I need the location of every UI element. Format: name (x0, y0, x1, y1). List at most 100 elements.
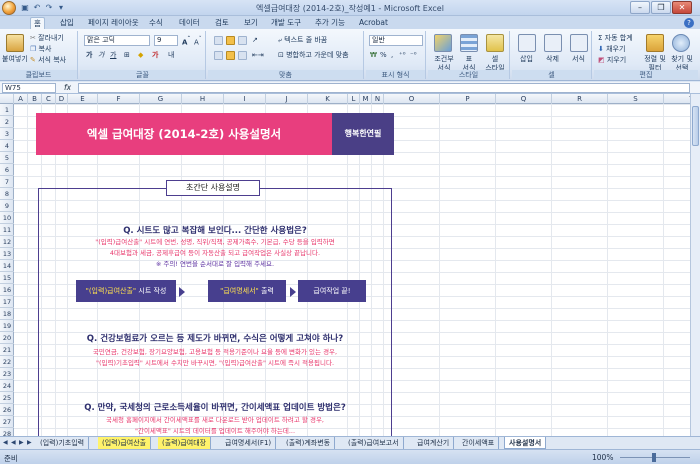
autosum-button[interactable]: Σ 자동 합계 (598, 34, 633, 43)
decrease-decimal-icon[interactable]: ⁻⁰ (410, 51, 417, 60)
zoom-slider-thumb[interactable] (652, 453, 656, 462)
column-header[interactable]: B (28, 94, 42, 104)
comma-icon[interactable]: , (391, 51, 393, 60)
row-header[interactable]: 16 (0, 284, 14, 296)
delete-cells-icon[interactable] (544, 34, 562, 52)
select-all-corner[interactable] (0, 94, 14, 104)
border-icon[interactable]: ⊞ (124, 51, 130, 60)
column-header[interactable]: O (384, 94, 440, 104)
restore-button[interactable]: ❐ (651, 1, 671, 14)
row-header[interactable]: 1 (0, 104, 14, 116)
row-header[interactable]: 15 (0, 272, 14, 284)
sheet-tab[interactable]: 급여계산기 (413, 437, 455, 449)
row-header[interactable]: 21 (0, 344, 14, 356)
next-sheet-icon[interactable]: ▶ (19, 439, 25, 447)
column-header[interactable]: Q (496, 94, 552, 104)
tab-view[interactable]: 보기 (241, 17, 261, 29)
orientation-icon[interactable]: ↗ (252, 36, 258, 45)
row-header[interactable]: 4 (0, 140, 14, 152)
insert-cells-button[interactable]: 삽입 (520, 55, 533, 64)
align-middle-icon[interactable] (226, 36, 235, 45)
fill-color-icon[interactable]: ◆ (138, 51, 143, 60)
column-header[interactable]: L (348, 94, 360, 104)
column-header[interactable]: M (360, 94, 372, 104)
column-header[interactable]: H (182, 94, 224, 104)
tab-review[interactable]: 검토 (212, 17, 232, 29)
table-format-icon[interactable] (460, 34, 478, 52)
row-header[interactable]: 22 (0, 356, 14, 368)
row-header[interactable]: 11 (0, 224, 14, 236)
font-name-combo[interactable]: 맑은 고딕 (84, 35, 150, 46)
tab-insert[interactable]: 삽입 (57, 17, 77, 29)
find-select-icon[interactable] (672, 34, 690, 52)
row-header[interactable]: 5 (0, 152, 14, 164)
sheet-tab[interactable]: (출력)급여보고서 (344, 437, 404, 449)
row-header[interactable]: 26 (0, 404, 14, 416)
grow-font-icon[interactable]: Aˆ (182, 36, 190, 47)
prev-sheet-icon[interactable]: ◀ (11, 439, 17, 447)
align-right-icon[interactable] (238, 51, 247, 60)
row-header[interactable]: 6 (0, 164, 14, 176)
tab-page-layout[interactable]: 페이지 레이아웃 (85, 17, 142, 29)
column-header[interactable]: R (552, 94, 608, 104)
column-header[interactable]: E (68, 94, 98, 104)
cell-styles-icon[interactable] (486, 34, 504, 52)
column-header[interactable]: I (224, 94, 266, 104)
formula-input[interactable] (78, 83, 690, 93)
row-header[interactable]: 20 (0, 332, 14, 344)
delete-cells-button[interactable]: 삭제 (546, 55, 559, 64)
paste-button[interactable]: 붙여넣기 (2, 55, 28, 64)
format-cells-button[interactable]: 서식 (572, 55, 585, 64)
column-header[interactable]: F (98, 94, 140, 104)
worksheet-grid[interactable]: 엑셀 급여대장 (2014-2호) 사용설명서 행복한연필 초간단 사용설명 Q… (14, 104, 690, 436)
tab-data[interactable]: 데이터 (176, 17, 203, 29)
help-icon[interactable]: ? (684, 18, 694, 28)
tab-developer[interactable]: 개발 도구 (268, 17, 304, 29)
row-header[interactable]: 23 (0, 368, 14, 380)
row-header[interactable]: 8 (0, 188, 14, 200)
row-header[interactable]: 13 (0, 248, 14, 260)
merge-center-button[interactable]: ⊡ 병합하고 가운데 맞춤 (278, 51, 349, 60)
row-header[interactable]: 19 (0, 320, 14, 332)
clear-button[interactable]: ◩ 지우기 (598, 56, 626, 65)
sheet-tab[interactable]: 급여명세서(F1) (221, 437, 277, 449)
close-button[interactable]: ✕ (672, 1, 692, 14)
sheet-tab[interactable]: (입력)기초입력 (36, 437, 90, 449)
font-size-combo[interactable]: 9 (154, 35, 178, 46)
sheet-tab[interactable]: 간이세액표 (458, 437, 500, 449)
align-center-icon[interactable] (226, 51, 235, 60)
align-top-icon[interactable] (214, 36, 223, 45)
wrap-text-button[interactable]: ⤶ 텍스트 줄 바꿈 (278, 36, 327, 45)
row-header[interactable]: 7 (0, 176, 14, 188)
currency-icon[interactable]: ₩ (370, 51, 377, 60)
align-bottom-icon[interactable] (238, 36, 247, 45)
cut-button[interactable]: ✂ 잘라내기 (30, 34, 64, 43)
vertical-scrollbar[interactable] (690, 94, 700, 436)
row-header[interactable]: 12 (0, 236, 14, 248)
column-header[interactable]: C (42, 94, 56, 104)
number-format-combo[interactable]: 일반 (369, 35, 423, 46)
scrollbar-thumb[interactable] (692, 106, 699, 146)
zoom-level[interactable]: 100% (592, 453, 613, 462)
format-cells-icon[interactable] (570, 34, 588, 52)
underline-icon[interactable]: 가 (110, 51, 116, 60)
conditional-format-icon[interactable] (434, 34, 452, 52)
column-header[interactable]: D (56, 94, 68, 104)
format-painter-button[interactable]: ✎ 서식 복사 (30, 56, 66, 65)
row-header[interactable]: 9 (0, 200, 14, 212)
bold-icon[interactable]: 가 (86, 51, 92, 60)
row-header[interactable]: 25 (0, 392, 14, 404)
name-box[interactable]: W75 (2, 83, 56, 93)
sheet-tab[interactable]: (입력)급여산출 (98, 437, 152, 449)
sheet-tab[interactable]: (출력)계좌변동 (282, 437, 336, 449)
row-header[interactable]: 27 (0, 416, 14, 428)
insert-function-icon[interactable]: fx (64, 82, 71, 94)
tab-home[interactable]: 홈 (30, 17, 45, 29)
column-header[interactable]: S (608, 94, 664, 104)
tab-formulas[interactable]: 수식 (146, 17, 166, 29)
italic-icon[interactable]: 가 (98, 51, 104, 60)
font-color-icon[interactable]: 가 (152, 51, 158, 60)
increase-decimal-icon[interactable]: ⁺⁰ (399, 51, 406, 60)
indent-icon[interactable]: ⇤⇥ (252, 51, 264, 60)
percent-icon[interactable]: % (380, 51, 387, 60)
